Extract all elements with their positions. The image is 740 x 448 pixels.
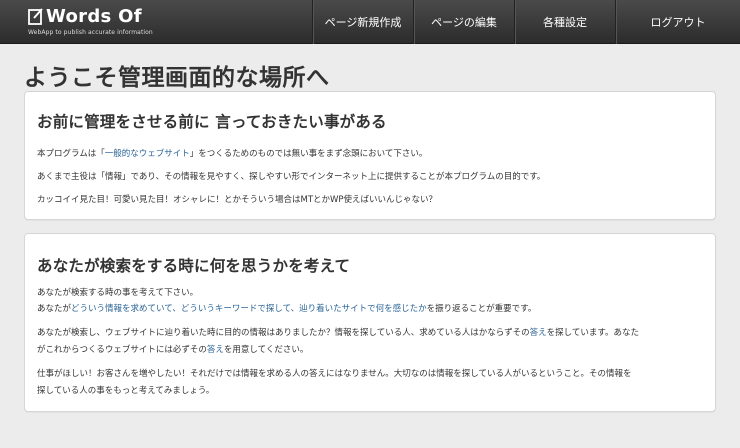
intro-line-3: カッコイイ見た目！可愛い見た目！オシャレに！とかそういう場合はMTとかWP使えば… [37, 195, 438, 205]
search-line-3: あなたが検索し、ウェブサイトに辿り着いた時に目的の情報はありましたか？情報を探し… [37, 326, 639, 338]
text: を振り返ることが重要です。 [426, 304, 537, 314]
text: を用意してください。 [223, 345, 309, 355]
search-line-2: あなたがどういう情報を求めていて、どういうキーワードで探して、辿り着いたサイトで… [37, 302, 536, 314]
nav-new-page[interactable]: ページ新規作成 [312, 0, 413, 44]
notepad-logo-icon [28, 8, 43, 25]
nav-edit-page[interactable]: ページの編集 [413, 0, 514, 44]
search-panel: あなたが検索をする時に何を思うかを考えて あなたが検索する時の事を考えて下さい。… [24, 233, 716, 412]
intro-line-2: あくまで主役は「情報」であり、その情報を見やすく、探しやすい形でインターネット上… [37, 172, 546, 182]
text: あなたが検索し、ウェブサイトに辿り着いた時に目的の情報はありましたか？情報を探し… [37, 328, 530, 338]
intro-heading: お前に管理をさせる前に 言っておきたい事がある [37, 113, 387, 131]
highlight-text: 一般的なウェブサイト [104, 149, 190, 159]
brand-tagline: WebApp to publish accurate information [28, 29, 153, 36]
nav-settings[interactable]: 各種設定 [514, 0, 615, 44]
text: を探しています。あなた [546, 328, 640, 338]
intro-panel: お前に管理をさせる前に 言っておきたい事がある 本プログラムは「一般的なウェブサ… [24, 91, 716, 220]
nav-logout[interactable]: ログアウト [615, 0, 740, 44]
top-navbar: Words Of WebApp to publish accurate info… [0, 0, 740, 44]
intro-line-1: 本プログラムは「一般的なウェブサイト」をつくるためのものでは無い事をまず念頭にお… [37, 147, 427, 159]
text: 」をつくるためのものでは無い事をまず念頭において下さい。 [189, 149, 428, 159]
highlight-text: どういう情報を求めていて、どういうキーワードで探して、辿り着いたサイトで何を感じ… [71, 304, 427, 314]
brand[interactable]: Words Of WebApp to publish accurate info… [28, 5, 153, 39]
page-title: ようこそ管理画面的な場所へ [24, 65, 330, 91]
search-heading: あなたが検索をする時に何を思うかを考えて [37, 257, 351, 275]
text: 本プログラムは「 [37, 149, 105, 159]
search-line-1: あなたが検索する時の事を考えて下さい。 [37, 288, 199, 298]
search-line-6: 探している人の事をもっと考えてみましょう。 [37, 386, 215, 396]
search-line-4: がこれからつくるウェブサイトには必ずその答えを用意してください。 [37, 343, 308, 355]
highlight-text: 答え [206, 345, 224, 355]
text: がこれからつくるウェブサイトには必ずその [37, 345, 207, 355]
text: あなたが [37, 304, 72, 314]
highlight-text: 答え [529, 328, 547, 338]
search-line-5: 仕事がほしい！お客さんを増やしたい！それだけでは情報を求める人の答えにはなりませ… [37, 369, 632, 379]
brand-name: Words Of [46, 6, 142, 27]
